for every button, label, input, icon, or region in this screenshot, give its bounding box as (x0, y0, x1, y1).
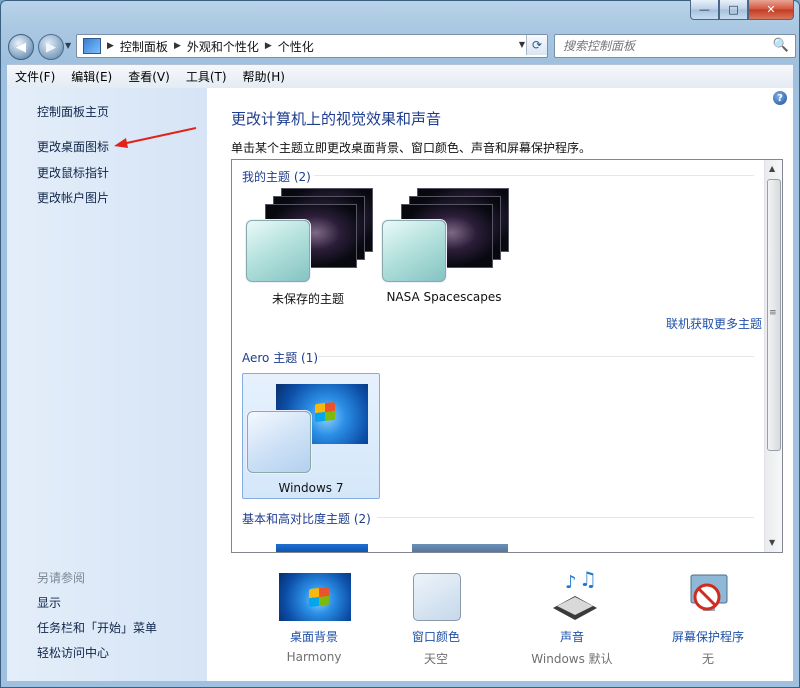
minimize-button[interactable]: — (690, 0, 719, 20)
breadcrumb-control-panel[interactable]: 控制面板 (120, 38, 168, 55)
menu-tools[interactable]: 工具(T) (178, 68, 235, 85)
back-arrow-icon: ◀ (16, 39, 26, 55)
theme-basic-preview[interactable] (276, 544, 368, 552)
setting-label: 屏幕保护程序 (671, 630, 744, 644)
search-box: 🔍 (554, 34, 796, 58)
theme-settings-bar: 桌面背景 Harmony 窗口颜色 天空 ♪ ♫ 声音 Windows 默认 屏… (207, 558, 793, 681)
link-change-desktop-icons[interactable]: 更改桌面图标 (37, 138, 109, 155)
page-description: 单击某个主题立即更改桌面背景、窗口颜色、声音和屏幕保护程序。 (231, 141, 592, 155)
window: — □ ✕ ◀ ▶ ▼ ▶ 控制面板 ▶ 外观和个性化 ▶ 个性化 ▼ ⟳ 🔍 … (0, 0, 800, 688)
forward-arrow-icon: ▶ (46, 39, 56, 55)
setting-label: 声音 (559, 630, 584, 644)
setting-value: 天空 (423, 652, 448, 666)
refresh-button[interactable]: ⟳ (526, 35, 547, 55)
breadcrumb-separator-icon[interactable]: ▶ (265, 41, 272, 51)
control-panel-icon (83, 38, 101, 54)
setting-value: Harmony (286, 650, 342, 664)
theme-windows-7[interactable]: Windows 7 (242, 373, 380, 499)
group-divider (314, 175, 754, 176)
search-input[interactable] (561, 38, 770, 54)
annotation-arrow-icon (114, 127, 197, 148)
theme-nasa-spacescapes[interactable]: NASA Spacescapes (376, 188, 512, 312)
link-taskbar-start-menu[interactable]: 任务栏和「开始」菜单 (37, 619, 157, 636)
sound-notes-icon: ♪ ♫ (553, 568, 597, 620)
recent-pages-dropdown[interactable]: ▼ (65, 41, 71, 50)
link-display[interactable]: 显示 (37, 594, 61, 611)
help-icon[interactable]: ? (773, 91, 787, 105)
link-change-mouse-pointers[interactable]: 更改鼠标指针 (37, 164, 109, 181)
menu-bar: 文件(F) 编辑(E) 查看(V) 工具(T) 帮助(H) (7, 64, 793, 89)
setting-label: 桌面背景 (289, 630, 338, 644)
svg-text:♫: ♫ (579, 568, 597, 591)
group-aero-label: Aero 主题 (1) (242, 351, 319, 365)
refresh-icon: ⟳ (531, 38, 543, 52)
caption-buttons: — □ ✕ (690, 0, 794, 20)
group-my-themes: 我的主题 (2) (242, 168, 754, 185)
theme-name: Windows 7 (278, 481, 344, 495)
breadcrumb-appearance[interactable]: 外观和个性化 (187, 38, 259, 55)
page-title: 更改计算机上的视觉效果和声音 (231, 110, 442, 128)
setting-value: 无 (701, 652, 714, 666)
link-change-account-picture[interactable]: 更改帐户图片 (37, 189, 109, 206)
svg-text:♪: ♪ (565, 572, 577, 593)
theme-color-swatch (246, 220, 310, 282)
back-button[interactable]: ◀ (8, 34, 34, 60)
task-pane: 控制面板主页 更改桌面图标 更改鼠标指针 更改帐户图片 另请参阅 显示 任务栏和… (7, 88, 207, 681)
theme-name: NASA Spacescapes (386, 290, 502, 304)
navigation-bar: ◀ ▶ ▼ ▶ 控制面板 ▶ 外观和个性化 ▶ 个性化 ▼ ⟳ 🔍 (8, 32, 796, 60)
link-control-panel-home[interactable]: 控制面板主页 (37, 103, 109, 120)
menu-view[interactable]: 查看(V) (120, 68, 178, 85)
screen-saver-icon (690, 574, 728, 611)
menu-help[interactable]: 帮助(H) (235, 68, 293, 85)
desktop-background-icon (279, 573, 351, 621)
link-ease-of-access[interactable]: 轻松访问中心 (37, 644, 109, 661)
menu-edit[interactable]: 编辑(E) (63, 68, 120, 85)
maximize-button[interactable]: □ (719, 0, 748, 20)
address-bar[interactable]: ▶ 控制面板 ▶ 外观和个性化 ▶ 个性化 ▼ ⟳ (76, 34, 548, 58)
theme-color-swatch (247, 411, 311, 473)
theme-classic-preview[interactable] (412, 544, 508, 552)
theme-color-swatch (382, 220, 446, 282)
window-color-setting[interactable]: 窗口颜色 天空 (371, 558, 501, 668)
scroll-down-icon[interactable]: ▼ (769, 538, 775, 547)
setting-value: Windows 默认 (531, 652, 613, 666)
group-divider (377, 517, 754, 518)
group-basic-label: 基本和高对比度主题 (2) (242, 512, 371, 526)
group-basic-themes: 基本和高对比度主题 (2) (242, 510, 754, 527)
menu-file[interactable]: 文件(F) (7, 68, 63, 85)
group-my-themes-label: 我的主题 (2) (242, 170, 311, 184)
scroll-up-icon[interactable]: ▲ (769, 164, 775, 173)
scroll-grip-icon: ≡ (769, 308, 777, 318)
search-icon[interactable]: 🔍 (773, 38, 789, 53)
theme-list: 我的主题 (2) 未保存的主题 NASA Spacescapes 联机获取更多主… (231, 159, 783, 553)
breadcrumb-personalization[interactable]: 个性化 (278, 38, 314, 55)
sounds-setting[interactable]: ♪ ♫ 声音 Windows 默认 (507, 558, 637, 668)
see-also-heading: 另请参阅 (37, 571, 86, 585)
breadcrumb-separator-icon[interactable]: ▶ (174, 41, 181, 51)
group-divider (318, 356, 754, 357)
window-color-icon (413, 573, 461, 621)
screen-saver-setting[interactable]: 屏幕保护程序 无 (643, 558, 773, 668)
theme-unsaved[interactable]: 未保存的主题 (240, 188, 376, 312)
setting-label: 窗口颜色 (411, 630, 460, 644)
close-button[interactable]: ✕ (748, 0, 794, 20)
desktop-background-setting[interactable]: 桌面背景 Harmony (249, 558, 379, 668)
get-more-themes-link[interactable]: 联机获取更多主题 (666, 315, 762, 332)
address-dropdown-icon[interactable]: ▼ (519, 40, 525, 49)
breadcrumb-separator-icon[interactable]: ▶ (107, 41, 114, 51)
theme-name: 未保存的主题 (271, 292, 344, 306)
content-pane: ? 更改计算机上的视觉效果和声音 单击某个主题立即更改桌面背景、窗口颜色、声音和… (207, 88, 793, 681)
group-aero-themes: Aero 主题 (1) (242, 349, 754, 366)
forward-button[interactable]: ▶ (38, 34, 64, 60)
vertical-scrollbar[interactable]: ▲ ≡ ▼ (764, 160, 782, 552)
